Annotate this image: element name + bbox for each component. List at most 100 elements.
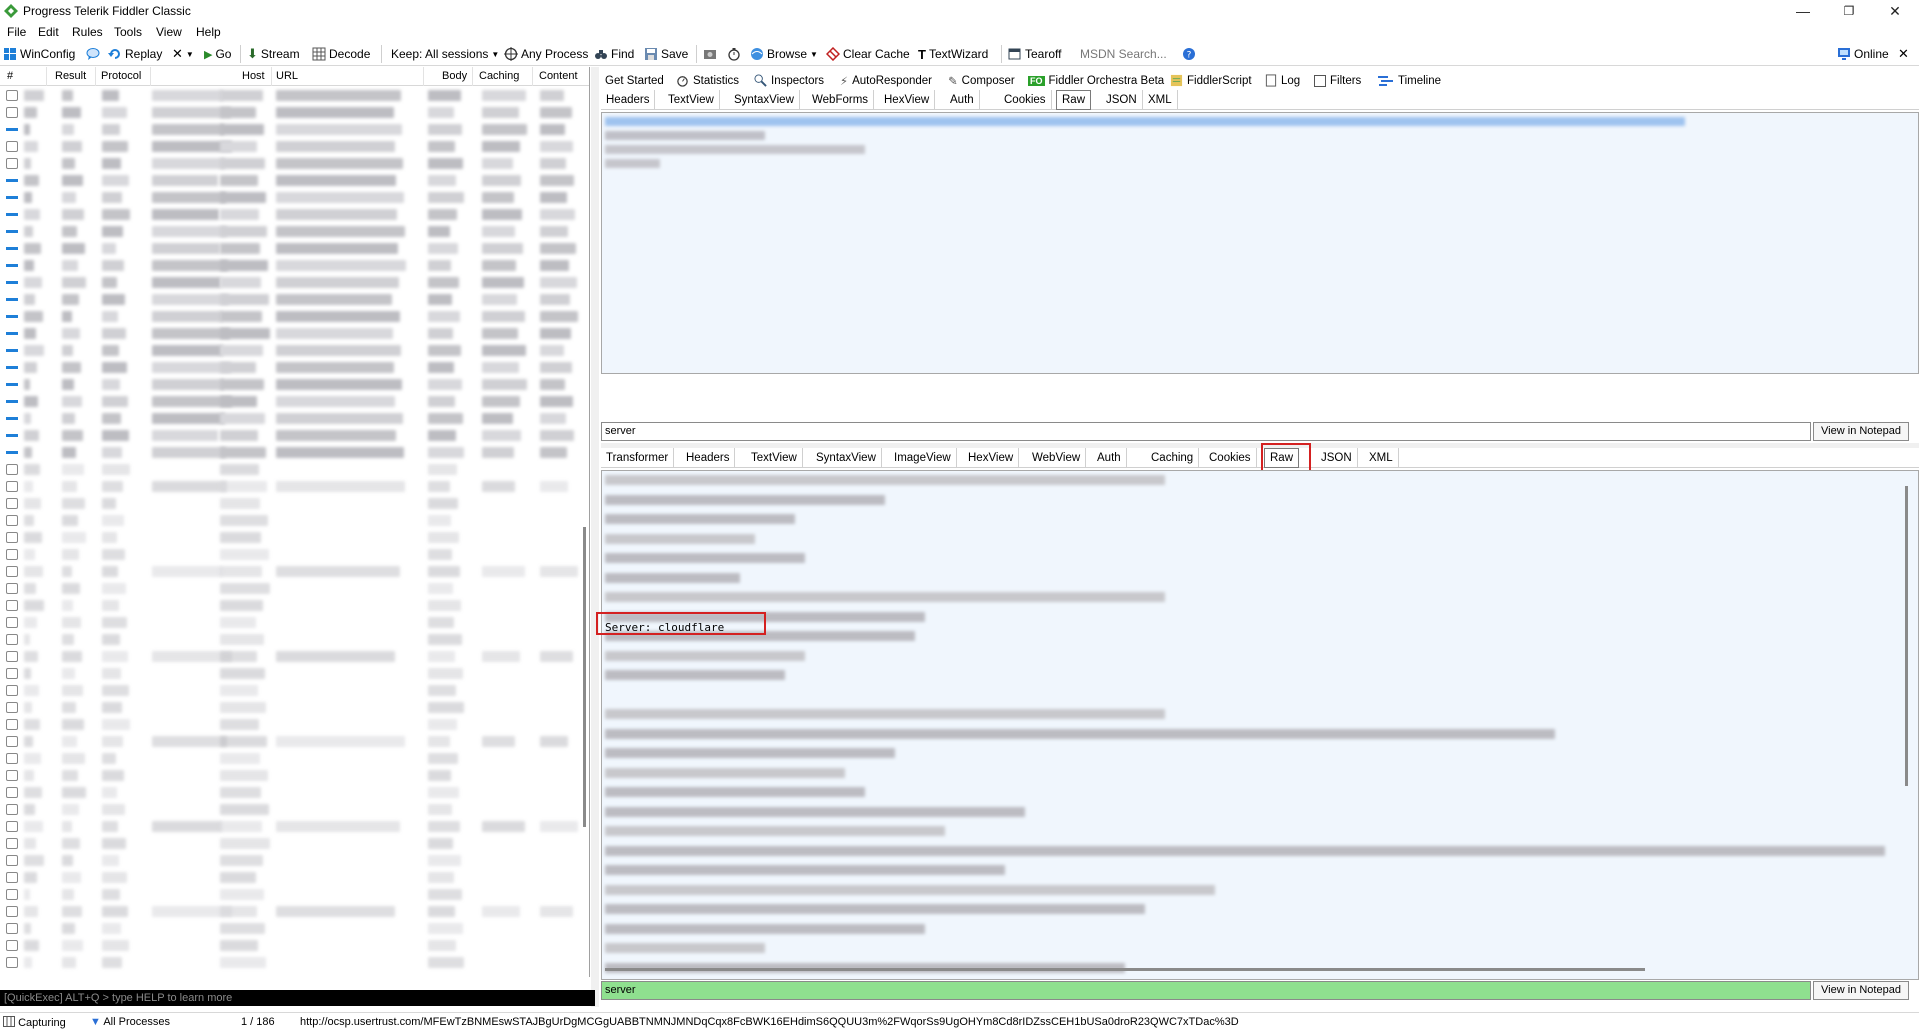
go-button[interactable]: ▶ Go [204,46,231,62]
table-row[interactable] [0,223,578,240]
table-row[interactable] [0,325,578,342]
find-button[interactable]: Find [594,46,634,62]
resp-tab-imageview[interactable]: ImageView [889,448,957,468]
clear-cache-button[interactable]: Clear Cache [826,46,910,62]
table-row[interactable] [0,954,578,971]
table-row[interactable] [0,104,578,121]
timer-button[interactable] [727,46,741,62]
table-row[interactable] [0,886,578,903]
comment-button[interactable] [86,46,100,62]
resp-tab-auth[interactable]: Auth [1092,448,1127,468]
resp-tab-headers[interactable]: Headers [681,448,736,468]
tab-fiddlerscript[interactable]: FiddlerScript [1166,72,1256,89]
table-row[interactable] [0,733,578,750]
table-row[interactable] [0,903,578,920]
request-raw-textarea[interactable] [601,112,1919,374]
response-view-in-notepad-button[interactable]: View in Notepad [1813,981,1909,1000]
table-row[interactable] [0,835,578,852]
table-row[interactable] [0,750,578,767]
table-row[interactable] [0,291,578,308]
table-row[interactable] [0,257,578,274]
remove-button[interactable]: ✕ ▼ [172,46,194,62]
resp-tab-xml[interactable]: XML [1364,448,1399,468]
resp-tab-json[interactable]: JSON [1316,448,1358,468]
table-row[interactable] [0,495,578,512]
col-content[interactable]: Content [539,70,578,82]
table-row[interactable] [0,155,578,172]
req-tab-headers[interactable]: Headers [601,90,656,110]
textwizard-button[interactable]: T TextWizard [918,46,988,62]
response-raw-textarea[interactable]: Server: cloudflare [601,470,1919,980]
table-row[interactable] [0,512,578,529]
col-caching[interactable]: Caching [479,70,519,82]
resp-tab-cookies[interactable]: Cookies [1204,448,1257,468]
tab-composer[interactable]: ✎ Composer [944,72,1019,89]
browse-button[interactable]: Browse ▼ [750,46,818,62]
splitter[interactable] [591,67,599,1007]
table-row[interactable] [0,682,578,699]
table-row[interactable] [0,767,578,784]
col-body[interactable]: Body [442,70,467,82]
table-row[interactable] [0,189,578,206]
menu-edit[interactable]: Edit [38,25,59,39]
table-row[interactable] [0,444,578,461]
table-row[interactable] [0,461,578,478]
any-process-button[interactable]: Any Process [504,46,588,62]
table-row[interactable] [0,818,578,835]
table-row[interactable] [0,699,578,716]
replay-button[interactable]: Replay [108,46,162,62]
table-row[interactable] [0,172,578,189]
tab-timeline[interactable]: Timeline [1374,72,1445,89]
help-button[interactable]: ? [1182,46,1196,62]
req-tab-xml[interactable]: XML [1143,90,1178,110]
table-row[interactable] [0,87,578,104]
tearoff-button[interactable]: Tearoff [1008,46,1061,62]
table-row[interactable] [0,852,578,869]
stream-button[interactable]: ⬇ Stream [247,46,300,62]
menu-help[interactable]: Help [196,25,221,39]
winconfig-button[interactable]: WinConfig [3,46,75,62]
table-row[interactable] [0,410,578,427]
table-row[interactable] [0,597,578,614]
sessions-vertical-scrollbar[interactable] [583,527,586,827]
tab-log[interactable]: Log [1261,72,1304,89]
response-horizontal-scrollbar[interactable] [605,968,1645,971]
req-tab-syntaxview[interactable]: SyntaxView [729,90,800,110]
table-row[interactable] [0,427,578,444]
col-number[interactable]: # [7,70,13,82]
req-tab-webforms[interactable]: WebForms [807,90,875,110]
menu-rules[interactable]: Rules [72,25,103,39]
col-result[interactable]: Result [55,70,86,82]
save-button[interactable]: Save [644,46,688,62]
table-row[interactable] [0,546,578,563]
req-tab-hexview[interactable]: HexView [879,90,936,110]
keep-sessions-dropdown[interactable]: Keep: All sessions ▼ [391,46,499,62]
minimize-button[interactable]: — [1780,0,1826,22]
restore-button[interactable]: ❐ [1826,0,1872,22]
msdn-search-input[interactable]: MSDN Search... [1080,46,1167,62]
table-row[interactable] [0,937,578,954]
decode-button[interactable]: Decode [312,46,370,62]
resp-tab-syntaxview[interactable]: SyntaxView [811,448,882,468]
online-button[interactable]: Online [1837,46,1889,62]
req-tab-textview[interactable]: TextView [663,90,720,110]
table-row[interactable] [0,716,578,733]
table-row[interactable] [0,376,578,393]
request-view-in-notepad-button[interactable]: View in Notepad [1813,422,1909,441]
process-filter[interactable]: ▼ All Processes [90,1016,170,1028]
table-row[interactable] [0,478,578,495]
tab-statistics[interactable]: Statistics [672,72,743,89]
screenshot-button[interactable] [703,46,717,62]
capturing-indicator[interactable]: Capturing [3,1016,66,1029]
table-row[interactable] [0,138,578,155]
table-row[interactable] [0,393,578,410]
request-find-input[interactable]: server [601,422,1811,441]
menu-tools[interactable]: Tools [114,25,142,39]
quickexec-input[interactable]: [QuickExec] ALT+Q > type HELP to learn m… [0,990,595,1006]
table-row[interactable] [0,274,578,291]
table-row[interactable] [0,529,578,546]
table-row[interactable] [0,580,578,597]
table-row[interactable] [0,801,578,818]
resp-tab-textview[interactable]: TextView [746,448,803,468]
req-tab-raw[interactable]: Raw [1056,90,1092,110]
